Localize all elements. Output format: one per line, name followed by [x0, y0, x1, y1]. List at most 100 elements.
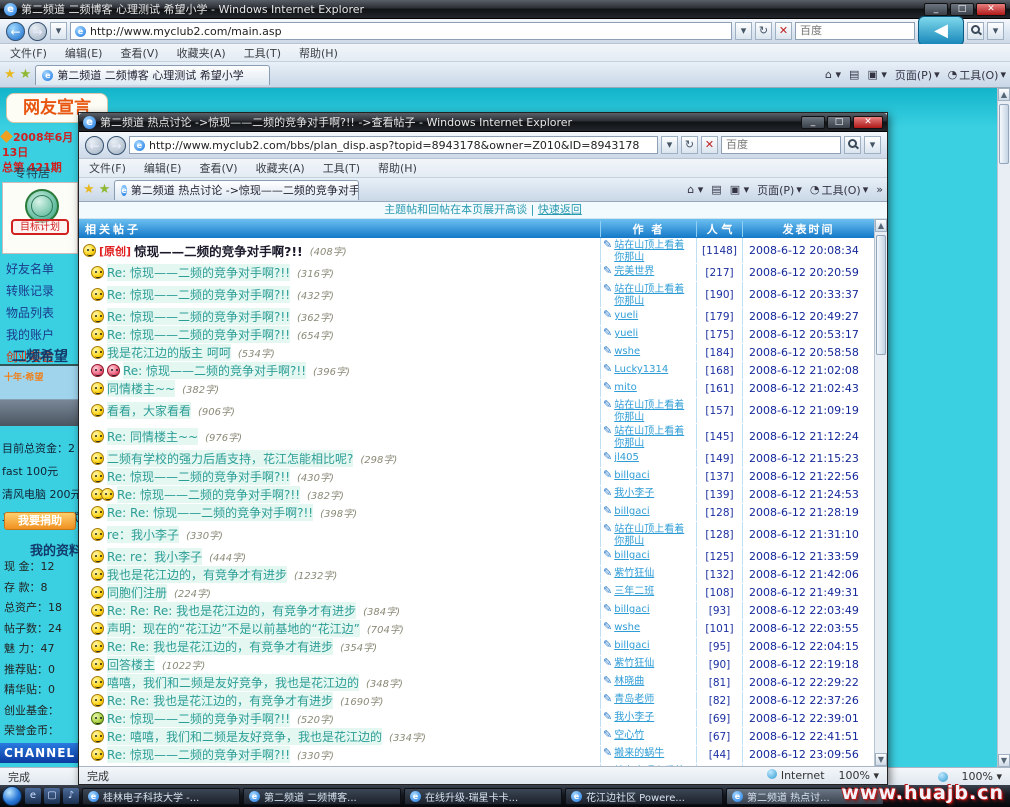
author-link[interactable]: 紫竹狂仙: [614, 566, 654, 580]
menu-item[interactable]: 工具(T): [321, 158, 362, 178]
author-link[interactable]: wshe: [614, 620, 640, 634]
author-link[interactable]: wshe: [614, 344, 640, 358]
scroll-down-icon[interactable]: ▼: [998, 754, 1010, 767]
popup-minimize-button[interactable]: _: [801, 116, 825, 129]
menu-item[interactable]: 文件(F): [87, 158, 128, 178]
author-link[interactable]: yueli: [614, 326, 638, 340]
search-options-dropdown[interactable]: ▾: [987, 22, 1004, 40]
thread-title-link[interactable]: Re: Re: 我也是花江边的，有竞争才有进步: [107, 638, 333, 655]
author-link[interactable]: 青岛老师: [614, 692, 654, 706]
thread-title-link[interactable]: Re: 惊现——二频的竞争对手啊?!!: [107, 326, 290, 343]
author-link[interactable]: 搬来的蜗牛: [614, 746, 664, 760]
popup-back-button[interactable]: ←: [85, 136, 104, 155]
scroll-up-icon[interactable]: ▲: [875, 219, 887, 232]
menu-item[interactable]: 查看(V): [118, 43, 160, 63]
popup-stop-button[interactable]: ✕: [701, 136, 718, 154]
author-link[interactable]: billgaci: [614, 468, 649, 482]
author-link[interactable]: 站在山顶上看着你那山: [614, 522, 694, 547]
minimize-button[interactable]: _: [924, 3, 948, 16]
thread-title-link[interactable]: Re: 惊现——二频的竞争对手啊?!!: [117, 486, 300, 503]
author-link[interactable]: billgaci: [614, 548, 649, 562]
scroll-down-icon[interactable]: ▼: [875, 753, 887, 766]
thread-title-link[interactable]: Re: 惊现——二频的竞争对手啊?!!: [107, 308, 290, 325]
stop-button[interactable]: ✕: [775, 22, 792, 40]
thread-title-link[interactable]: Re: 嘻嘻，我们和二频是友好竞争，我也是花江边的: [107, 728, 382, 745]
menu-item[interactable]: 查看(V): [197, 158, 239, 178]
author-link[interactable]: billgaci: [614, 638, 649, 652]
popup-feeds-button[interactable]: ▤: [711, 183, 721, 196]
taskbar-button[interactable]: e第二频道 二频博客...: [243, 788, 401, 805]
quicklaunch-media-icon[interactable]: ♪: [63, 788, 79, 804]
author-link[interactable]: billgaci: [614, 504, 649, 518]
print-button[interactable]: ▣ ▾: [867, 68, 886, 81]
thread-title-link[interactable]: 看看，大家看看: [107, 402, 191, 419]
author-link[interactable]: billgaci: [614, 602, 649, 616]
refresh-button[interactable]: ↻: [755, 22, 772, 40]
author-link[interactable]: 完美世界: [614, 264, 654, 278]
popup-zoom-level[interactable]: 100% ▾: [839, 769, 879, 782]
sidebar-link[interactable]: 物品列表: [6, 304, 86, 321]
home-button[interactable]: ⌂ ▾: [825, 68, 841, 81]
author-link[interactable]: 林晓曲: [614, 674, 644, 688]
thread-title-link[interactable]: 惊现——二频的竞争对手啊?!!: [134, 241, 303, 260]
taskbar-button[interactable]: e在线升级-瑞星卡卡...: [404, 788, 562, 805]
popup-search-button[interactable]: [844, 136, 861, 154]
popup-search-options-dropdown[interactable]: ▾: [864, 136, 881, 154]
main-tab[interactable]: e 第二频道 二频博客 心理测试 希望小学: [35, 65, 270, 85]
start-button[interactable]: [2, 786, 22, 806]
popup-close-button[interactable]: ✕: [853, 116, 883, 129]
toolbar-overflow-chevron[interactable]: »: [876, 183, 883, 196]
sidebar-link[interactable]: 转账记录: [6, 282, 86, 299]
menu-item[interactable]: 帮助(H): [297, 43, 340, 63]
page-menu-button[interactable]: 页面(P) ▾: [895, 67, 940, 83]
favorites-star-icon[interactable]: ★: [83, 182, 95, 197]
popup-search-input[interactable]: [721, 136, 841, 154]
close-button[interactable]: ✕: [976, 3, 1006, 16]
address-dropdown[interactable]: ▾: [735, 22, 752, 40]
add-favorite-icon[interactable]: ★: [20, 67, 32, 82]
tools-menu-button[interactable]: ◔ 工具(O) ▾: [948, 67, 1006, 83]
thread-title-link[interactable]: Re: Re: 我也是花江边的，有竞争才有进步: [107, 692, 333, 709]
menu-item[interactable]: 编辑(E): [63, 43, 105, 63]
thread-title-link[interactable]: Re: 惊现——二频的竞争对手啊?!!: [107, 468, 290, 485]
author-link[interactable]: mito: [614, 380, 637, 394]
popup-tools-menu-button[interactable]: ◔ 工具(O) ▾: [810, 182, 868, 198]
menu-item[interactable]: 收藏夹(A): [254, 158, 307, 178]
maximize-button[interactable]: □: [950, 3, 974, 16]
thread-title-link[interactable]: 回答楼主: [107, 656, 155, 673]
scroll-up-icon[interactable]: ▲: [998, 88, 1010, 101]
popup-address-bar[interactable]: e http://www.myclub2.com/bbs/plan_disp.a…: [129, 136, 658, 154]
thread-title-link[interactable]: 二频有学校的强力后盾支持，花江怎能相比呢?: [107, 450, 353, 467]
author-link[interactable]: 三年二班: [614, 584, 654, 598]
thread-title-link[interactable]: Re: Re: Re: 我也是花江边的，有竞争才有进步: [107, 602, 356, 619]
menu-item[interactable]: 文件(F): [8, 43, 49, 63]
search-button[interactable]: [967, 22, 984, 40]
thread-title-link[interactable]: 我也是花江边的，有竞争才有进步: [107, 566, 287, 583]
thread-title-link[interactable]: Re: 惊现——二频的竞争对手啊?!!: [107, 286, 290, 303]
menu-item[interactable]: 编辑(E): [142, 158, 184, 178]
quicklaunch-ie-icon[interactable]: e: [25, 788, 41, 804]
thread-title-link[interactable]: Re: 惊现——二频的竞争对手啊?!!: [123, 362, 306, 379]
address-bar[interactable]: e http://www.myclub2.com/main.asp: [70, 22, 732, 40]
author-link[interactable]: 我小李子: [614, 710, 654, 724]
quicklaunch-desktop-icon[interactable]: ▢: [44, 788, 60, 804]
author-link[interactable]: 我小李子: [614, 486, 654, 500]
popup-page-menu-button[interactable]: 页面(P) ▾: [757, 182, 802, 198]
thread-title-link[interactable]: Re: re：我小李子: [107, 548, 202, 565]
menu-item[interactable]: 收藏夹(A): [175, 43, 228, 63]
taskbar-button[interactable]: e花江边社区 Powere...: [565, 788, 723, 805]
menu-item[interactable]: 工具(T): [242, 43, 283, 63]
popup-print-button[interactable]: ▣ ▾: [730, 183, 749, 196]
thread-title-link[interactable]: re：我小李子: [107, 526, 179, 543]
thread-title-link[interactable]: Re: 惊现——二频的竞争对手啊?!!: [107, 264, 290, 281]
search-input[interactable]: [795, 22, 915, 40]
author-link[interactable]: 空心竹: [614, 728, 644, 742]
quick-return-link[interactable]: 快速返回: [538, 203, 582, 216]
author-link[interactable]: Lucky1314: [614, 362, 668, 376]
author-link[interactable]: 紫竹狂仙: [614, 656, 654, 670]
scroll-thumb[interactable]: [999, 104, 1009, 164]
menu-item[interactable]: 帮助(H): [376, 158, 419, 178]
skin-arrow-button[interactable]: ◀: [918, 16, 964, 46]
scroll-thumb[interactable]: [876, 235, 886, 355]
thread-title-link[interactable]: 我是花江边的版主 呵呵: [107, 344, 231, 361]
